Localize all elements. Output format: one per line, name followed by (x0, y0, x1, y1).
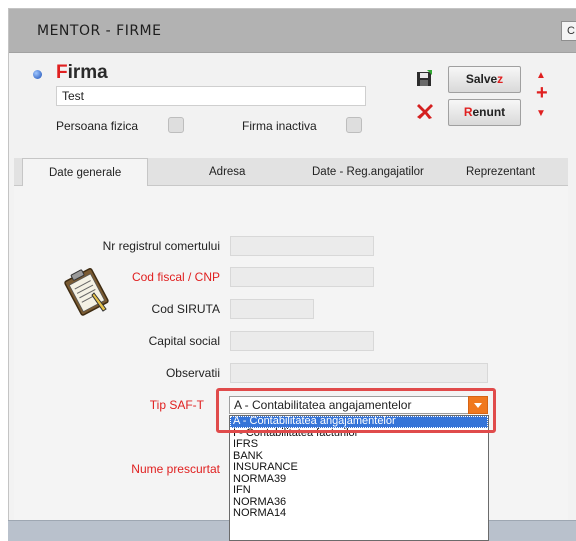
plus-icon[interactable]: + (536, 82, 548, 105)
observatii-label: Observatii (165, 366, 220, 380)
cod-fiscal-label: Cod fiscal / CNP (131, 270, 220, 284)
firma-name-input[interactable]: Test (56, 86, 366, 106)
nume-prescurtat-label: Nume prescurtat (131, 462, 220, 476)
firma-heading: Firma (56, 62, 108, 83)
cod-siruta-input[interactable] (230, 299, 314, 319)
tab-adresa[interactable]: Adresa (209, 158, 245, 186)
tab-date-reg-angajatilor[interactable]: Date - Reg.angajatilor (312, 158, 424, 186)
cancel-button[interactable]: Renunt (448, 99, 521, 126)
observatii-input[interactable] (230, 363, 488, 383)
window-title: MENTOR - FIRME (37, 23, 162, 39)
save-button[interactable]: Salvez (448, 66, 521, 93)
save-icon[interactable] (416, 70, 432, 87)
tab-bar: Date generale Adresa Date - Reg.angajati… (14, 158, 568, 188)
nr-registru-label: Nr registrul comertului (102, 239, 220, 253)
tip-saft-dropdown-list[interactable]: A - Contabilitatea angajamentelor I - Co… (229, 415, 489, 541)
saft-option[interactable]: IFN (230, 484, 488, 497)
firma-inactiva-checkbox[interactable] (346, 117, 362, 133)
persoana-fizica-checkbox[interactable] (168, 117, 184, 133)
firma-bullet-icon (33, 70, 42, 79)
arrow-up-icon[interactable]: ▲ (536, 70, 546, 81)
tip-saft-label: Tip SAF-T (149, 398, 204, 412)
saft-option[interactable]: IFRS (230, 438, 488, 451)
highlight-box (216, 388, 496, 433)
nr-registru-input[interactable] (230, 236, 374, 256)
arrow-down-icon[interactable]: ▼ (536, 108, 546, 119)
capital-social-label: Capital social (148, 334, 220, 348)
title-bar: MENTOR - FIRME C (9, 9, 576, 53)
saft-option[interactable]: INSURANCE (230, 461, 488, 474)
saft-option[interactable]: NORMA39 (230, 473, 488, 486)
capital-social-input[interactable] (230, 331, 374, 351)
tab-reprezentant[interactable]: Reprezentant (466, 158, 535, 186)
cod-siruta-label: Cod SIRUTA (151, 302, 220, 316)
firma-inactiva-label: Firma inactiva (242, 119, 317, 133)
corner-button[interactable]: C (561, 21, 576, 41)
persoana-fizica-label: Persoana fizica (56, 119, 139, 133)
cod-fiscal-input[interactable] (230, 267, 374, 287)
saft-option[interactable]: NORMA14 (230, 507, 488, 520)
tab-date-generale[interactable]: Date generale (22, 158, 149, 188)
cancel-x-icon[interactable] (416, 102, 434, 120)
